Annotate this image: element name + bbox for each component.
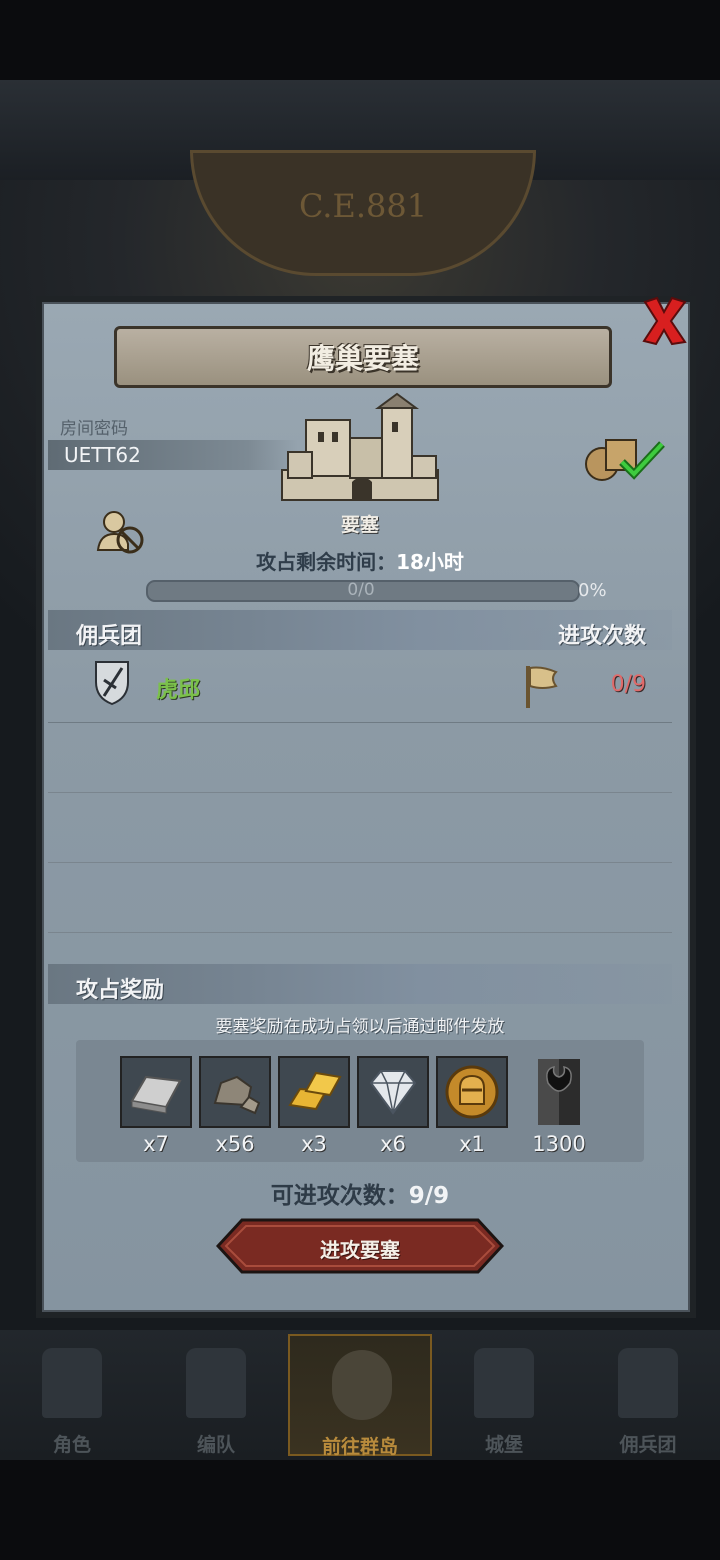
rewards-header: 攻占奖励	[76, 978, 165, 1003]
stone-ore-icon	[199, 1056, 271, 1128]
character-icon	[42, 1348, 102, 1418]
attacks-header: 进攻次数	[557, 624, 646, 649]
reward-quantity: x56	[215, 1132, 255, 1156]
time-left: 攻占剩余时间：18小时	[0, 546, 720, 575]
fortress-name: 要塞	[340, 514, 379, 536]
reward-item[interactable]: x6	[357, 1056, 429, 1156]
reward-item[interactable]: x1	[436, 1056, 508, 1156]
reward-item[interactable]: x3	[278, 1056, 350, 1156]
dialog-title: 鹰巢要塞	[306, 342, 419, 375]
attacks-available: 可进攻次数：9/9	[0, 1176, 720, 1210]
nav-label: 城堡	[484, 1434, 523, 1456]
shield-sword-icon	[95, 661, 129, 706]
knight-helmet-coin-icon	[436, 1056, 508, 1128]
reward-note: 要塞奖励在成功占领以后通过邮件发放	[215, 1017, 505, 1037]
reward-quantity: 1300	[532, 1132, 586, 1156]
mercenary-header: 佣兵团	[76, 624, 143, 649]
attack-fortress-button[interactable]: 进攻要塞	[216, 1218, 504, 1274]
close-icon	[642, 296, 687, 346]
mercenary-name: 虎邱	[156, 678, 201, 703]
nav-label: 佣兵团	[619, 1434, 677, 1456]
attacks-available-value: 9/9	[408, 1183, 450, 1209]
nav-character[interactable]: 角色	[0, 1334, 144, 1456]
nav-label: 前往群岛	[321, 1436, 398, 1458]
mercenary-icon	[618, 1348, 678, 1418]
reward-quantity: x6	[380, 1132, 406, 1156]
dialog-title-plate: 鹰巢要塞	[114, 326, 612, 388]
time-left-label: 攻占剩余时间：	[256, 550, 397, 574]
gold-bar-icon	[278, 1056, 350, 1128]
castle-icon	[474, 1348, 534, 1418]
reward-quantity: x3	[301, 1132, 327, 1156]
mercenary-attacks: 0/9	[610, 672, 646, 697]
iron-bar-icon	[120, 1056, 192, 1128]
reward-item[interactable]: x7	[120, 1056, 192, 1156]
mercenary-section-bar: 佣兵团 进攻次数	[48, 610, 672, 650]
close-button[interactable]	[638, 292, 690, 350]
attack-fortress-label: 进攻要塞	[320, 1238, 400, 1262]
rewards-section-bar: 攻占奖励	[48, 964, 672, 1004]
progress-count: 0/0	[347, 580, 375, 600]
flag-icon	[526, 666, 558, 708]
era-label: C.E.881	[298, 187, 428, 225]
nav-mercenary[interactable]: 佣兵团	[576, 1334, 720, 1456]
nav-label: 编队	[196, 1434, 235, 1456]
room-code-label: 房间密码	[60, 419, 128, 439]
diamond-icon	[357, 1056, 429, 1128]
nav-castle[interactable]: 城堡	[432, 1334, 576, 1456]
mercenary-empty-row	[48, 792, 672, 863]
system-nav-area	[0, 1460, 720, 1560]
reward-item[interactable]: x56	[199, 1056, 271, 1156]
archipelago-icon	[332, 1350, 392, 1420]
nav-label: 角色	[52, 1434, 91, 1456]
room-code-value[interactable]: UETT62	[64, 443, 141, 467]
mercenary-empty-row	[48, 722, 672, 793]
attacks-available-label: 可进攻次数：	[270, 1183, 409, 1209]
loot-claimed-icon[interactable]	[584, 432, 666, 482]
progress-percent: 0%	[578, 580, 607, 601]
horned-banner-icon	[523, 1056, 595, 1128]
reward-quantity: x1	[459, 1132, 485, 1156]
reward-item[interactable]: 1300	[523, 1056, 595, 1156]
nav-archipelago[interactable]: 前往群岛	[288, 1334, 432, 1458]
mercenary-row[interactable]: 虎邱 0/9	[48, 652, 672, 723]
nav-formation[interactable]: 编队	[144, 1334, 288, 1456]
time-left-value: 18小时	[396, 550, 464, 574]
reward-quantity: x7	[143, 1132, 169, 1156]
formation-icon	[186, 1348, 246, 1418]
fortress-icon	[281, 392, 439, 501]
mercenary-empty-row	[48, 862, 672, 933]
